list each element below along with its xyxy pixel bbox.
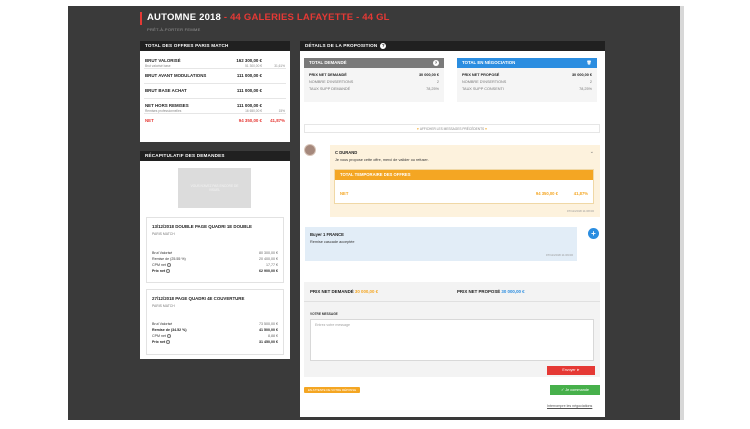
trash-icon[interactable]: 🗑 [586, 60, 592, 66]
message-seller: C DURAND ⌄ Je vous propose cette offre, … [330, 145, 600, 217]
order-button[interactable]: ✓ Je commande [550, 385, 600, 395]
total-row-brut-base-achat: BRUT BASE ACHAT 111 000,00 € [144, 84, 286, 99]
info-icon[interactable] [166, 340, 171, 345]
chevron-down-icon[interactable]: ⌄ [590, 149, 594, 155]
header-accent-bar [140, 12, 142, 25]
message-text: Je vous propose cette offre, merci de va… [335, 158, 429, 162]
message-label: VOTRE MESSAGE [310, 312, 338, 316]
temporary-net-row: NET 94 350,00 € 41,87% [340, 191, 588, 196]
visual-placeholder: VOUS N'AVEZ PAS ENCORE DE VISUEL [178, 168, 251, 208]
chevron-down-icon: ▾ [484, 127, 487, 131]
demand-card[interactable]: 13/12/2018 DOUBLE PAGE QUADRI 1E DOUBLE … [146, 217, 284, 283]
demand-title: 13/12/2018 DOUBLE PAGE QUADRI 1E DOUBLE [152, 224, 252, 229]
totals-heading: TOTAL DES OFFRES PARIS MATCH [140, 41, 290, 51]
total-row-brut-valorise: BRUT VALORISÉ Brut valorisé base 162 300… [144, 54, 286, 69]
stop-negotiations-link[interactable]: Interrompre les négociations [547, 404, 592, 408]
total-requested-heading: TOTAL DEMANDÉ? [304, 58, 444, 68]
send-button[interactable]: Envoyer ➤ [547, 366, 595, 375]
total-row-brut-avant-modulations: BRUT AVANT MODULATIONS 111 000,00 € [144, 69, 286, 84]
scrollbar-track[interactable] [680, 6, 684, 420]
client-name: 44 GALERIES LAFAYETTE - 44 GL [230, 12, 390, 23]
info-icon[interactable] [166, 334, 171, 339]
total-negotiation-box: TOTAL EN NÉGOCIATION 🗑 PRIX NET PROPOSÉ 30… [457, 58, 597, 102]
demand-row: Prix net 31 450,00 € [152, 340, 278, 345]
asked-price: PRIX NET DEMANDÉ 30 000,00 € [310, 289, 379, 294]
demand-support: PARIS MATCH [152, 304, 175, 308]
add-icon[interactable]: + [588, 228, 599, 239]
help-icon[interactable]: ? [433, 60, 439, 66]
message-buyer: Buyer 1 FRANCE Remise cascade acceptée 0… [305, 227, 577, 261]
total-requested-box: TOTAL DEMANDÉ? PRIX NET DEMANDÉ 30 000,00… [304, 58, 444, 102]
message-text: Remise cascade acceptée [310, 240, 355, 244]
avatar [304, 144, 316, 156]
page-subtitle: PRÊT-À-PORTER FEMME [147, 27, 201, 32]
info-icon[interactable] [166, 269, 171, 274]
proposal-heading: DÉTAILS DE LA PROPOSITION? [300, 41, 605, 51]
message-author: Buyer 1 FRANCE [310, 232, 344, 237]
recap-heading: RÉCAPITULATIF DES DEMANDES [140, 151, 290, 161]
total-row-net-hors-remises: NET HORS REMISES Remises professionnelle… [144, 99, 286, 114]
totals-panel: TOTAL DES OFFRES PARIS MATCH BRUT VALORI… [140, 41, 290, 142]
message-input[interactable] [310, 319, 594, 361]
help-icon[interactable]: ? [380, 42, 387, 49]
message-timestamp: 07/11/2018 11:08:00 [566, 209, 594, 213]
send-icon: ➤ [576, 368, 580, 372]
compose-area: PRIX NET DEMANDÉ 30 000,00 € PRIX NET PR… [304, 282, 600, 377]
demand-row: Prix net 62 900,00 € [152, 269, 278, 274]
status-badge: EN ATTENTE DE VOTRE RÉPONSE [304, 387, 361, 393]
temporary-offers-box: TOTAL TEMPORAIRE DES OFFRES NET 94 350,0… [334, 169, 594, 204]
demand-title: 27/12/2018 PAGE QUADRI 4E COUVERTURE [152, 296, 245, 301]
info-icon[interactable] [166, 263, 171, 268]
total-negotiation-heading: TOTAL EN NÉGOCIATION 🗑 [457, 58, 597, 68]
recap-panel: RÉCAPITULATIF DES DEMANDES VOUS N'AVEZ P… [140, 151, 290, 359]
temporary-offers-title: TOTAL TEMPORAIRE DES OFFRES [335, 170, 593, 180]
total-row-net: NET 94 350,00 € 41,87% [145, 118, 285, 123]
show-earlier-messages[interactable]: ▾ AFFICHER LES MESSAGES PRÉCÉDENTS ▾ [304, 124, 600, 133]
message-timestamp: 07/11/2018 11:09:00 [545, 253, 573, 257]
proposed-price: PRIX NET PROPOSÉ 30 000,00 € [457, 289, 525, 294]
page-title: AUTOMNE 2018 - 44 GALERIES LAFAYETTE - 4… [147, 12, 390, 23]
message-author: C DURAND [335, 150, 358, 155]
divider [304, 301, 600, 302]
demand-support: PARIS MATCH [152, 232, 175, 236]
demand-card[interactable]: 27/12/2018 PAGE QUADRI 4E COUVERTURE PAR… [146, 289, 284, 355]
